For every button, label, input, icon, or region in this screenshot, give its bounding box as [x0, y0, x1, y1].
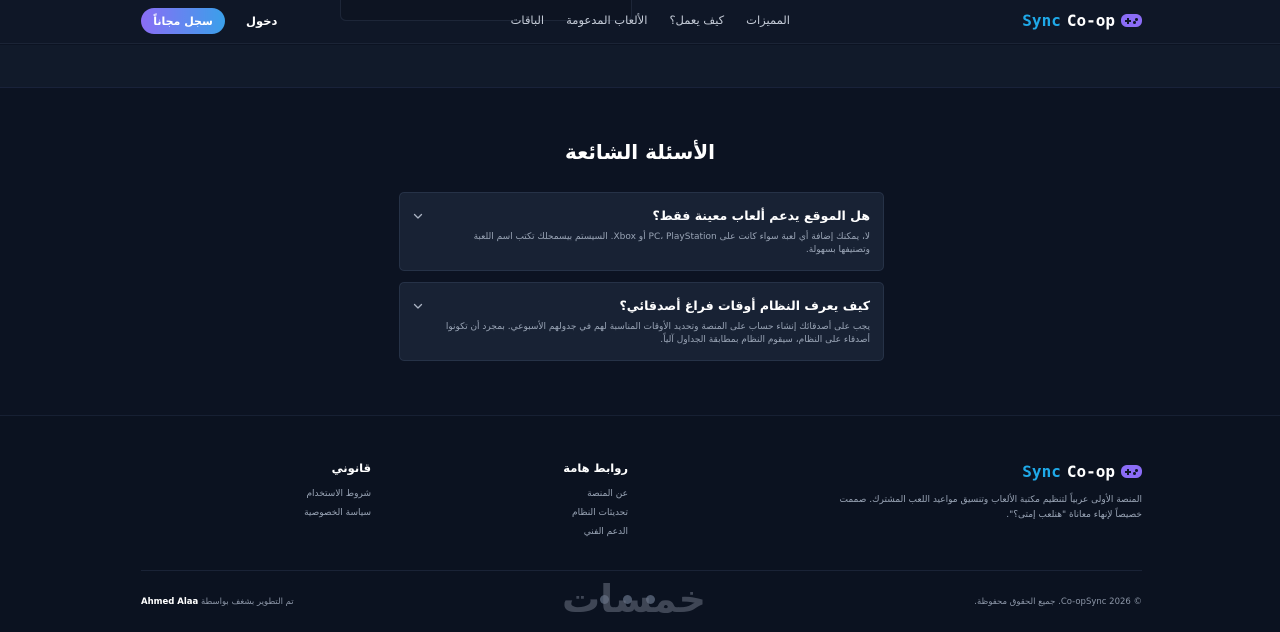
- copyright-text: © 2026 Co-opSync. جميع الحقوق محفوظة.: [974, 597, 1142, 607]
- logo-word-coop: Co-op: [1066, 11, 1115, 30]
- footer-description: المنصة الأولى عربياً لتنظيم مكتبة الألعا…: [839, 495, 1142, 520]
- footer-link-terms[interactable]: شروط الاستخدام: [304, 485, 371, 504]
- signup-button[interactable]: سجل مجاناً: [141, 8, 225, 34]
- chevron-down-icon[interactable]: [413, 301, 423, 311]
- credit-prefix: تم التطوير بشغف بواسطة: [200, 597, 294, 607]
- section-band: [0, 45, 1280, 88]
- faq-answer: لا، يمكنك إضافة أي لعبة سواء كانت على PC…: [473, 232, 870, 255]
- nav-link-features[interactable]: المميزات: [746, 13, 790, 27]
- footer-legal-title: قانوني: [331, 461, 371, 475]
- footer-link-privacy[interactable]: سياسة الخصوصية: [304, 504, 371, 523]
- faq-title: الأسئلة الشائعة: [565, 140, 715, 164]
- top-navbar: Sync Co-op المميزات كيف يعمل؟ الألعاب ال…: [0, 0, 1280, 44]
- footer-legal-column: قانوني شروط الاستخدام سياسة الخصوصية: [304, 461, 371, 523]
- footer-links-column: روابط هامة عن المنصة تحديثات النظام الدع…: [563, 461, 628, 542]
- footer-divider: [141, 570, 1142, 571]
- login-link[interactable]: دخول: [246, 14, 277, 28]
- logo-word-sync: Sync: [1022, 11, 1061, 30]
- faq-item[interactable]: هل الموقع يدعم ألعاب معينة فقط؟ لا، يمكن…: [399, 192, 884, 271]
- site-footer: Sync Co-op المنصة الأولى عربياً لتنظيم م…: [0, 415, 1280, 632]
- developer-name[interactable]: Ahmed Alaa: [141, 597, 198, 607]
- watermark-logo: خمسات: [562, 577, 706, 621]
- logo-word-coop: Co-op: [1066, 462, 1115, 481]
- footer-links-title: روابط هامة: [563, 461, 628, 475]
- chevron-down-icon[interactable]: [413, 211, 423, 221]
- gamepad-icon: [1121, 14, 1142, 27]
- logo-word-sync: Sync: [1022, 462, 1061, 481]
- faq-question: هل الموقع يدعم ألعاب معينة فقط؟: [652, 208, 870, 223]
- faq-answer: يجب على أصدقائك إنشاء حساب على المنصة وت…: [445, 322, 870, 345]
- nav-link-how-it-works[interactable]: كيف يعمل؟: [669, 13, 724, 27]
- nav-link-supported-games[interactable]: الألعاب المدعومة: [566, 13, 647, 27]
- faq-question: كيف يعرف النظام أوقات فراغ أصدقائي؟: [619, 298, 870, 313]
- nav-link-plans[interactable]: الباقات: [511, 13, 545, 27]
- nav-links: المميزات كيف يعمل؟ الألعاب المدعومة البا…: [511, 13, 790, 27]
- footer-link-about[interactable]: عن المنصة: [563, 485, 628, 504]
- site-logo[interactable]: Sync Co-op: [1022, 11, 1142, 30]
- developer-credit: Ahmed Alaa تم التطوير بشغف بواسطة: [141, 597, 294, 607]
- footer-link-updates[interactable]: تحديثات النظام: [563, 504, 628, 523]
- gamepad-icon: [1121, 465, 1142, 478]
- footer-logo[interactable]: Sync Co-op: [1022, 462, 1142, 481]
- footer-link-support[interactable]: الدعم الفني: [563, 523, 628, 542]
- faq-item[interactable]: كيف يعرف النظام أوقات فراغ أصدقائي؟ يجب …: [399, 282, 884, 361]
